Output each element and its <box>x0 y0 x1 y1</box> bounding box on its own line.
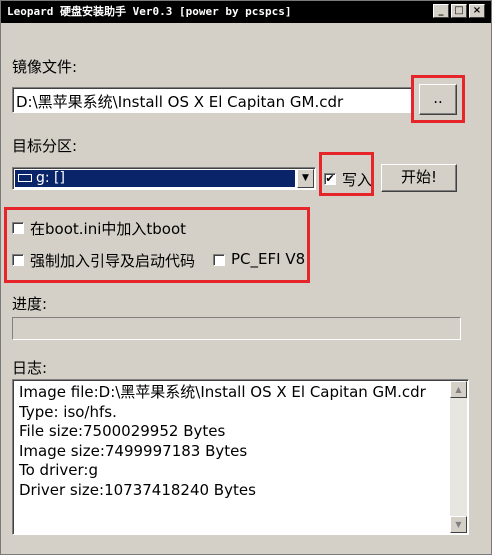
scroll-down-icon: ▼ <box>455 520 462 529</box>
pc-efi-checkbox[interactable] <box>213 254 225 266</box>
log-line: Driver size:10737418240 Bytes <box>19 480 256 499</box>
window-title: Leopard 硬盘安装助手 Ver0.3 [power by pcspcs] <box>7 5 292 18</box>
image-file-label: 镜像文件: <box>12 58 78 76</box>
partition-dropdown[interactable]: g: [] ▼ <box>12 167 316 190</box>
log-line: Type: iso/hfs. <box>19 402 117 421</box>
force-boot-label[interactable]: 强制加入引导及启动代码 <box>30 250 195 271</box>
log-label: 日志: <box>12 359 48 377</box>
close-icon: × <box>472 5 482 16</box>
minimize-button[interactable]: _ <box>433 4 449 18</box>
log-line: Image size:7499997183 Bytes <box>19 441 248 460</box>
maximize-icon: □ <box>454 5 464 16</box>
write-checkbox[interactable]: ✔ <box>324 173 336 185</box>
close-button[interactable]: × <box>469 4 485 18</box>
browse-button[interactable]: .. <box>419 84 457 115</box>
checkmark-icon: ✔ <box>325 172 335 185</box>
log-scrollbar[interactable]: ▲ ▼ <box>450 381 467 533</box>
log-line: File size:7500029952 Bytes <box>19 422 226 440</box>
image-file-input[interactable]: D:\黑苹果系统\Install OS X El Capitan GM.cdr <box>12 87 412 113</box>
app-window: Leopard 硬盘安装助手 Ver0.3 [power by pcspcs] … <box>0 0 492 555</box>
scroll-down-button[interactable]: ▼ <box>450 516 467 533</box>
title-bar[interactable]: Leopard 硬盘安装助手 Ver0.3 [power by pcspcs] … <box>1 1 491 23</box>
scroll-up-button[interactable]: ▲ <box>450 381 467 398</box>
log-textarea[interactable]: Image file:D:\黑苹果系统\Install OS X El Capi… <box>12 379 469 535</box>
write-label[interactable]: 写入 <box>342 169 372 190</box>
force-boot-checkbox[interactable] <box>12 254 24 266</box>
dropdown-arrow-button[interactable]: ▼ <box>297 169 314 188</box>
pc-efi-label[interactable]: PC_EFI V8 <box>231 250 305 268</box>
boot-ini-label[interactable]: 在boot.ini中加入tboot <box>30 218 186 239</box>
maximize-button[interactable]: □ <box>451 4 467 18</box>
boot-ini-checkbox[interactable] <box>12 222 24 234</box>
chevron-down-icon: ▼ <box>302 173 309 183</box>
log-line: Image file:D:\黑苹果系统\Install OS X El Capi… <box>19 383 426 401</box>
minimize-icon: _ <box>438 5 444 16</box>
drive-icon <box>18 174 32 182</box>
partition-selected: g: [] <box>15 170 295 187</box>
log-lines: Image file:D:\黑苹果系统\Install OS X El Capi… <box>19 383 446 500</box>
log-line: To driver:g <box>19 461 98 479</box>
start-button[interactable]: 开始! <box>381 164 457 192</box>
progress-bar <box>12 317 461 340</box>
progress-label: 进度: <box>12 295 48 313</box>
scroll-up-icon: ▲ <box>455 385 462 394</box>
target-partition-label: 目标分区: <box>12 137 78 155</box>
